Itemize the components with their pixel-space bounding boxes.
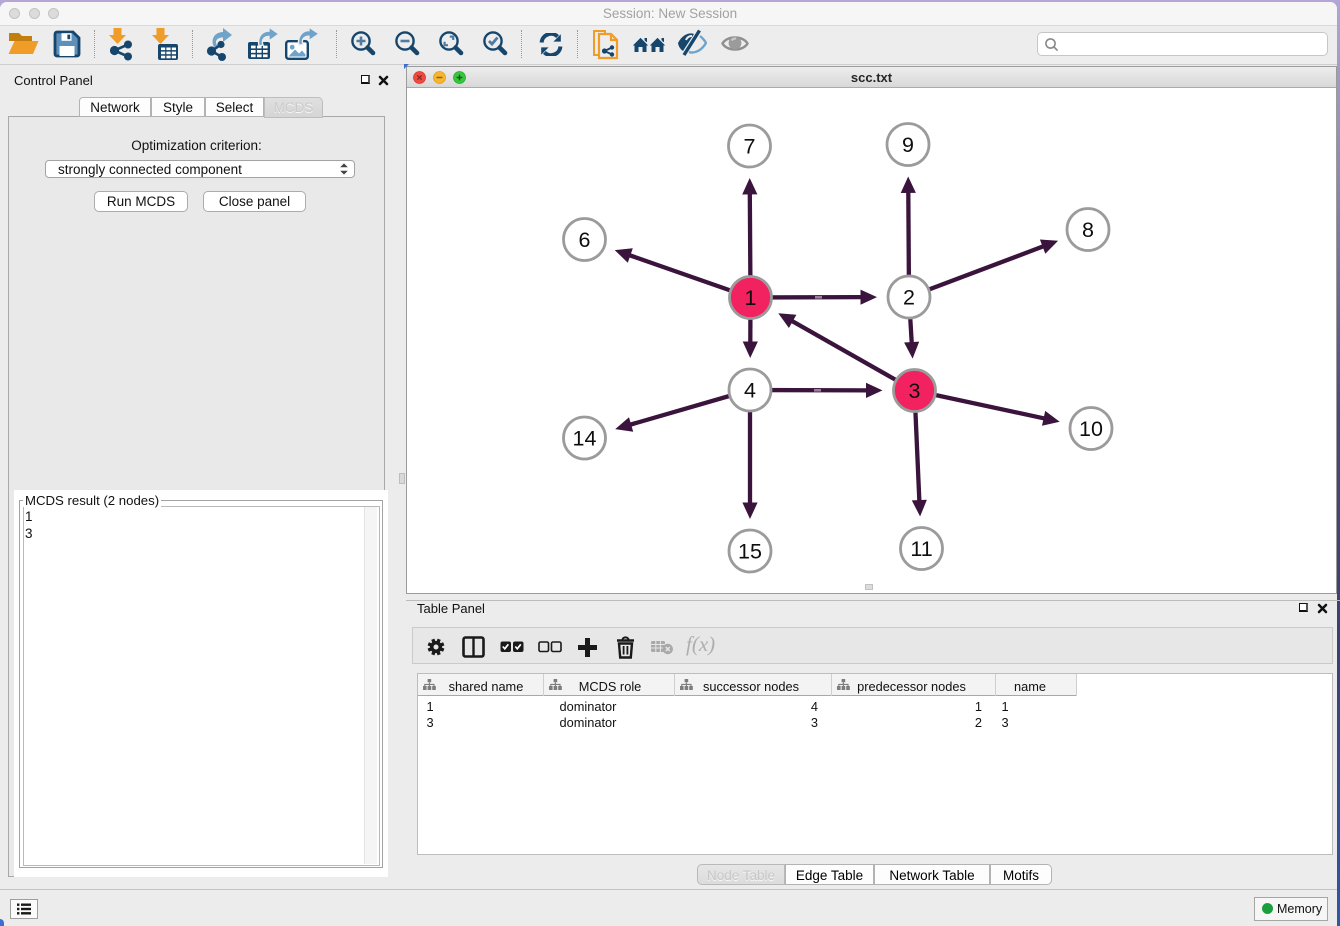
- svg-text:1: 1: [745, 286, 757, 310]
- svg-text:2: 2: [903, 286, 915, 310]
- svg-text:7: 7: [744, 135, 756, 159]
- svg-text:15: 15: [738, 540, 762, 564]
- svg-text:3: 3: [909, 379, 921, 403]
- svg-text:6: 6: [579, 228, 591, 252]
- svg-text:4: 4: [744, 379, 756, 403]
- svg-text:14: 14: [573, 427, 597, 451]
- svg-text:11: 11: [910, 537, 932, 561]
- svg-text:10: 10: [1079, 417, 1103, 441]
- svg-text:8: 8: [1082, 218, 1094, 242]
- svg-text:9: 9: [902, 133, 914, 157]
